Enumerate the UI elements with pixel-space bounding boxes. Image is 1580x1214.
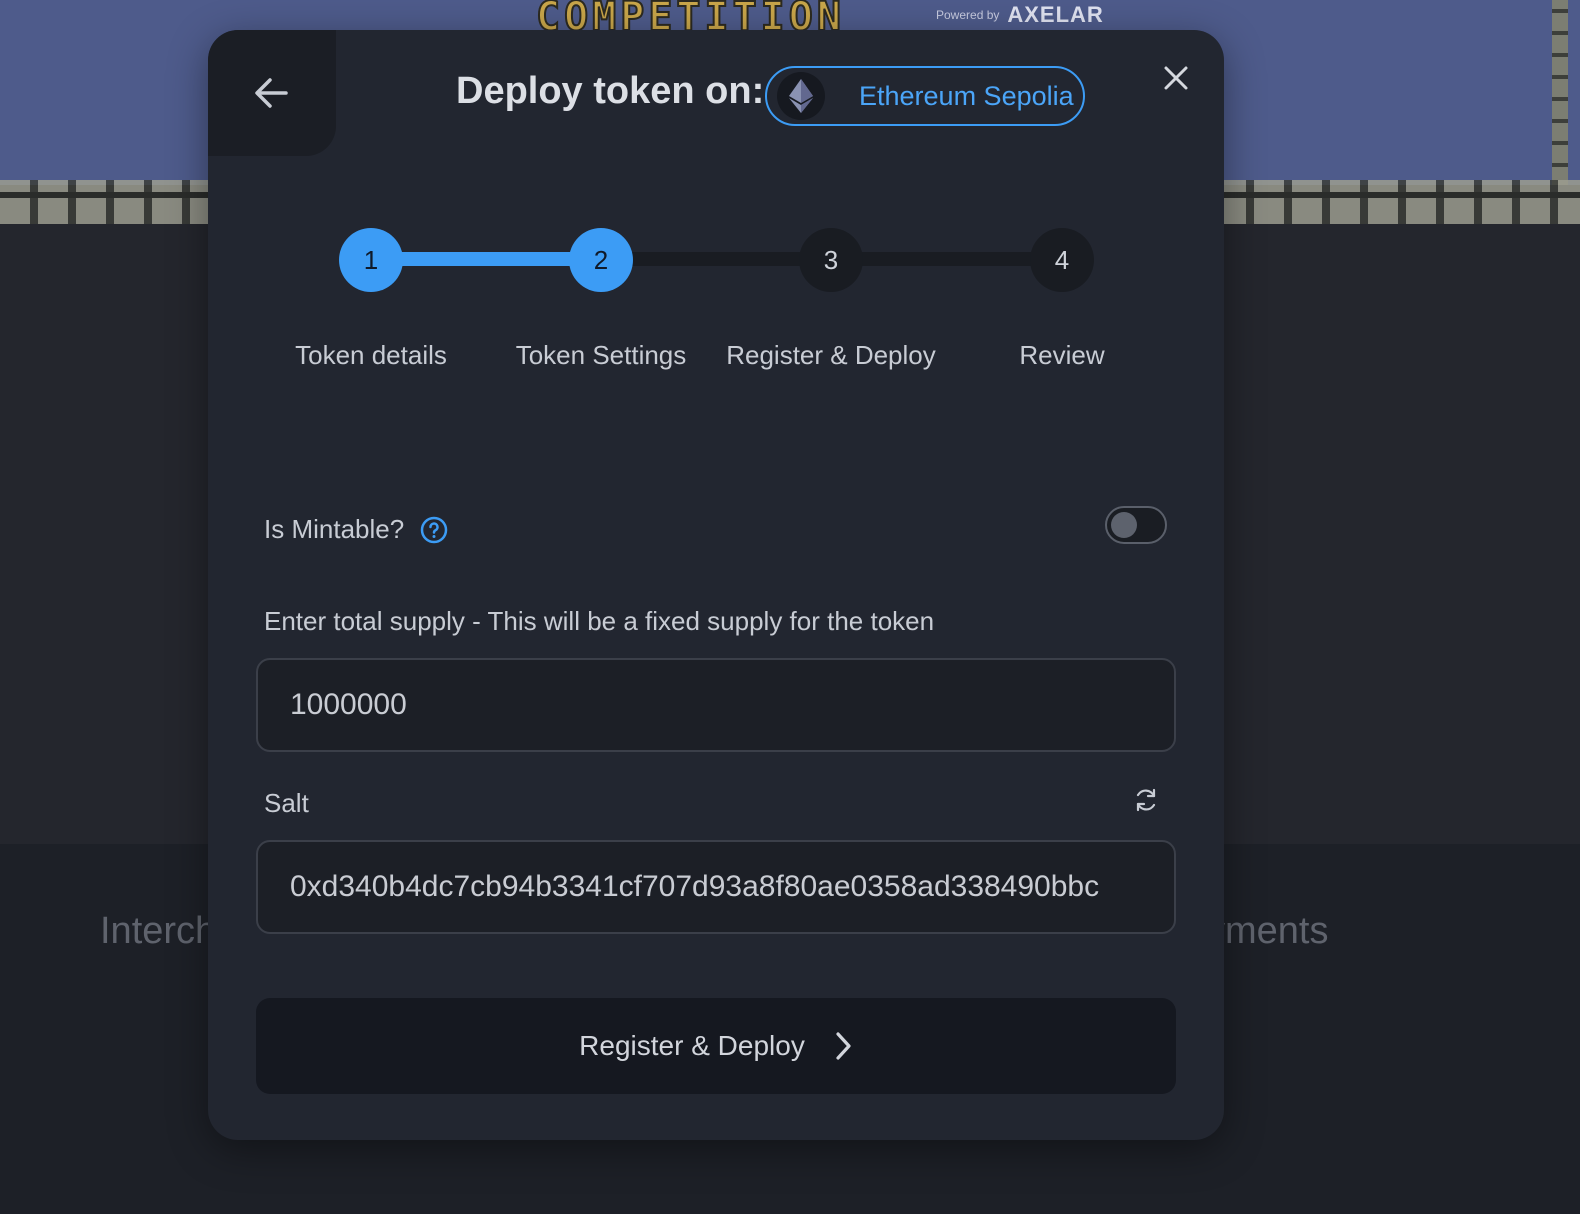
step-2-label: Token Settings [515,340,687,370]
back-button[interactable] [208,30,336,156]
modal-title: Deploy token on: [456,70,765,112]
step-4-indicator: 4 [1030,228,1094,292]
supply-label: Enter total supply - This will be a fixe… [264,606,935,636]
step-1-label: Token details [295,340,447,370]
supply-input[interactable] [258,660,1174,750]
powered-by-text: Powered by [936,8,1000,22]
step-3-label: Register & Deploy [726,340,936,370]
powered-brand-logo: AXELAR [1007,2,1104,27]
salt-field[interactable] [256,840,1176,934]
mintable-toggle[interactable] [1105,506,1167,544]
ethereum-icon [777,72,825,120]
arrow-left-icon [255,78,288,108]
salt-label: Salt [264,788,309,818]
background-pixel-column [1552,0,1568,185]
supply-field[interactable] [256,658,1176,752]
refresh-icon[interactable] [1132,786,1160,814]
step-1-indicator: 1 [339,228,403,292]
chain-selector[interactable]: Ethereum Sepolia [765,66,1085,126]
chevron-right-icon [836,1032,851,1060]
step-3-indicator: 3 [799,228,863,292]
chain-name: Ethereum Sepolia [859,80,1074,111]
stepper-progress [370,252,600,266]
step-4-label: Review [1019,340,1105,370]
powered-by-badge: Powered by AXELAR [936,2,1104,28]
background-heading-left: Interch [100,910,210,952]
step-2-indicator: 2 [569,228,633,292]
close-icon [1164,66,1188,90]
mintable-label: Is Mintable? [264,514,405,544]
register-deploy-button[interactable]: Register & Deploy [256,998,1176,1094]
toggle-knob [1111,512,1137,538]
salt-input[interactable] [258,842,1174,932]
close-button[interactable] [1158,60,1194,96]
help-icon[interactable] [420,516,448,544]
deploy-token-modal: Deploy token on: Ethereum Sepolia 1 2 3 … [208,30,1224,1140]
background-heading-right: yments [1206,910,1329,952]
register-deploy-label: Register & Deploy [579,1030,805,1061]
